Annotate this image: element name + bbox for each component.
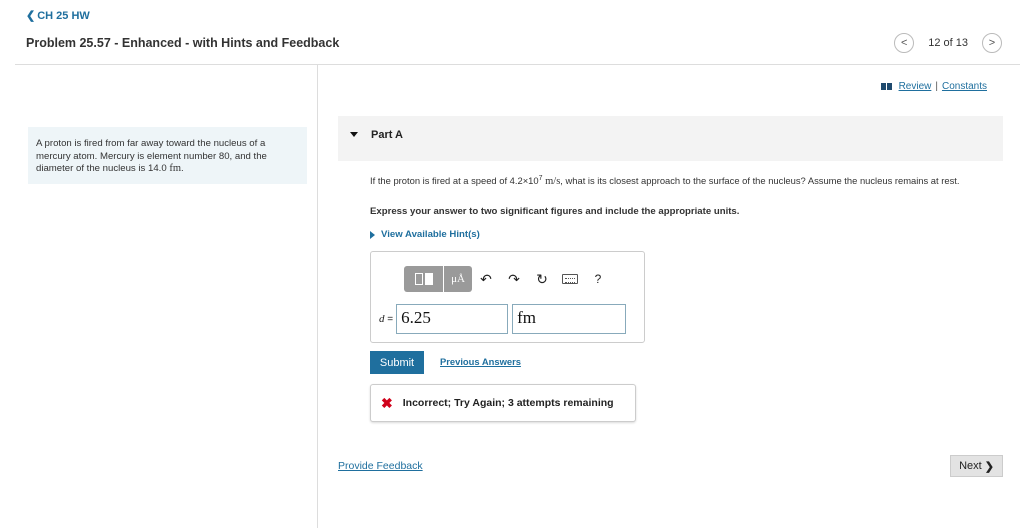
answer-instruction: Express your answer to two significant f… [370,206,740,217]
link-separator: | [935,81,938,92]
review-constants-links: Review | Constants [880,81,987,92]
math-toolbar: μÅ ↶ ↷ ↻ ? [404,266,612,292]
provide-feedback-link[interactable]: Provide Feedback [338,460,423,472]
context-unit: fm [169,163,181,174]
previous-problem-button[interactable]: < [894,33,915,53]
chevron-left-icon: ❮ [26,10,36,22]
view-hints-toggle[interactable]: View Available Hint(s) [370,229,480,240]
equals-sign: = [387,314,394,325]
collapse-caret-icon[interactable] [350,132,358,137]
feedback-message: ✖ Incorrect; Try Again; 3 attempts remai… [370,384,636,422]
problem-title: Problem 25.57 - Enhanced - with Hints an… [26,36,340,50]
next-label: Next [959,460,982,472]
template-box-filled-icon [424,273,433,285]
problem-pager: < 12 of 13 > [894,33,1002,53]
units-button[interactable]: μÅ [444,266,472,292]
problem-context: A proton is fired from far away toward t… [28,127,307,184]
feedback-text: Incorrect; Try Again; 3 attempts remaini… [402,397,614,409]
part-a-header[interactable]: Part A [338,116,1003,161]
question-lead: If the proton is fired at a speed of 4.2… [370,175,539,187]
submit-button[interactable]: Submit [370,351,424,374]
templates-button[interactable] [404,266,444,292]
question-tail: , what is its closest approach to the su… [560,175,960,187]
back-link-label: CH 25 HW [37,10,90,22]
part-label: Part A [371,129,403,141]
keyboard-icon[interactable] [556,266,584,292]
previous-answers-link[interactable]: Previous Answers [440,356,521,367]
template-box-icon [414,273,423,285]
column-divider [317,65,318,528]
question-text: If the proton is fired at a speed of 4.2… [370,172,1000,188]
context-text: A proton is fired from far away toward t… [36,138,267,174]
keyboard-shape [562,274,578,284]
caret-right-icon [370,230,375,239]
constants-link[interactable]: Constants [942,81,987,92]
hints-label: View Available Hint(s) [381,229,480,240]
chevron-right-icon: ❯ [984,460,994,473]
next-problem-button[interactable]: > [982,33,1002,53]
book-icon [880,83,892,90]
header-divider [15,64,1020,65]
reset-icon[interactable]: ↻ [528,266,556,292]
context-period: . [181,163,184,174]
question-unit: m/s [545,176,561,188]
question-exponent: 7 [538,175,543,182]
answer-variable-label: d = [379,313,393,325]
review-link[interactable]: Review [899,81,932,92]
undo-icon[interactable]: ↶ [472,266,500,292]
chevron-right-icon: > [988,37,996,49]
error-x-icon: ✖ [381,394,393,411]
variable-symbol: d [379,313,385,325]
answer-unit-field[interactable]: fm [512,304,627,334]
pager-position: 12 of 13 [928,37,968,49]
answer-value-field[interactable]: 6.25 [396,304,509,334]
answer-input-box: μÅ ↶ ↷ ↻ ? d = 6.25 fm [370,251,645,343]
chevron-left-icon: < [901,37,908,49]
help-icon[interactable]: ? [584,266,612,292]
next-button[interactable]: Next ❯ [950,455,1003,477]
redo-icon[interactable]: ↷ [500,266,528,292]
back-to-assignment-link[interactable]: ❮ CH 25 HW [26,9,90,22]
answer-row: d = 6.25 fm [379,304,627,334]
